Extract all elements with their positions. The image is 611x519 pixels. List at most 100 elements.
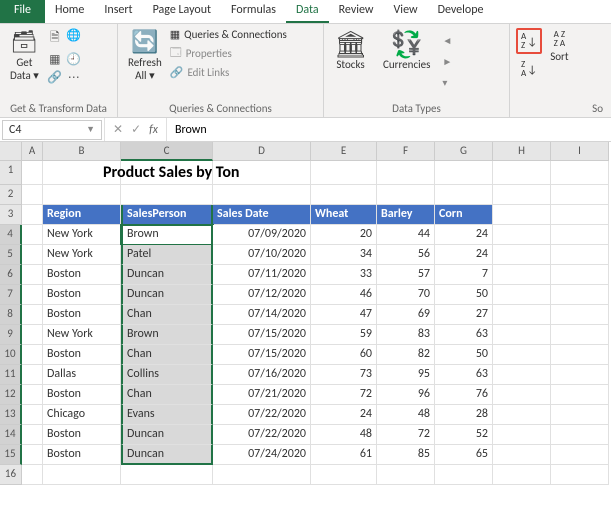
cell[interactable]: Boston [43, 285, 121, 305]
cell[interactable]: 47 [311, 305, 377, 325]
row-header[interactable]: 5 [0, 245, 22, 265]
formula-input[interactable] [167, 121, 611, 139]
row-header[interactable]: 8 [0, 305, 22, 325]
cell[interactable] [435, 185, 493, 205]
cell[interactable]: New York [43, 325, 121, 345]
cell[interactable]: Duncan [121, 285, 213, 305]
cell[interactable] [22, 325, 43, 345]
cell[interactable]: Boston [43, 305, 121, 325]
refresh-all-button[interactable]: 🔄 Refresh All ▾ [124, 28, 166, 100]
cell[interactable] [551, 465, 609, 485]
cell[interactable]: 50 [435, 285, 493, 305]
cell[interactable] [22, 385, 43, 405]
col-header[interactable]: H [493, 142, 551, 161]
cell[interactable] [493, 305, 551, 325]
cell[interactable] [551, 325, 609, 345]
cell[interactable] [22, 465, 43, 485]
cell[interactable]: Sales Date [213, 205, 311, 225]
cell[interactable]: Boston [43, 445, 121, 465]
from-web-icon[interactable]: 🌐 [66, 28, 82, 49]
cell[interactable]: New York [43, 245, 121, 265]
cell[interactable] [493, 161, 551, 185]
row-header[interactable]: 10 [0, 345, 22, 365]
cell[interactable]: 07/22/2020 [213, 425, 311, 445]
cell[interactable]: Boston [43, 385, 121, 405]
cell[interactable]: 72 [377, 425, 435, 445]
cell[interactable]: 76 [435, 385, 493, 405]
cell[interactable] [551, 205, 609, 225]
currencies-button[interactable]: 💱 Currencies [379, 28, 434, 73]
cell[interactable]: 24 [435, 245, 493, 265]
tab-developer[interactable]: Develope [428, 0, 494, 23]
cell[interactable]: 7 [435, 265, 493, 285]
sort-za-button[interactable]: ZA↓ [517, 57, 541, 81]
cell[interactable] [493, 385, 551, 405]
tab-insert[interactable]: Insert [94, 0, 142, 23]
stocks-button[interactable]: 🏛 Stocks [330, 28, 371, 73]
cell[interactable] [22, 185, 43, 205]
row-header[interactable]: 9 [0, 325, 22, 345]
cell[interactable] [551, 385, 609, 405]
cell[interactable]: 46 [311, 285, 377, 305]
cell[interactable]: 48 [377, 405, 435, 425]
cell[interactable] [311, 161, 377, 185]
cell[interactable]: Boston [43, 345, 121, 365]
cell[interactable] [121, 465, 213, 485]
cell[interactable]: 07/15/2020 [213, 325, 311, 345]
cell[interactable]: 07/09/2020 [213, 225, 311, 245]
cell[interactable] [493, 465, 551, 485]
cell[interactable]: Chicago [43, 405, 121, 425]
cell[interactable] [493, 185, 551, 205]
row-header[interactable]: 13 [0, 405, 22, 425]
cell[interactable]: 69 [377, 305, 435, 325]
cell[interactable] [22, 345, 43, 365]
cell[interactable]: 52 [435, 425, 493, 445]
cell[interactable] [22, 305, 43, 325]
from-text-icon[interactable]: 🗎 [47, 28, 63, 49]
cell[interactable]: 44 [377, 225, 435, 245]
cell[interactable]: 73 [311, 365, 377, 385]
tab-file[interactable]: File [0, 0, 45, 23]
cell[interactable] [22, 245, 43, 265]
col-header[interactable]: E [311, 142, 377, 161]
cell[interactable]: Corn [435, 205, 493, 225]
cell[interactable]: 28 [435, 405, 493, 425]
cell[interactable]: New York [43, 225, 121, 245]
cell[interactable]: 07/12/2020 [213, 285, 311, 305]
cell[interactable]: 61 [311, 445, 377, 465]
cell[interactable]: 07/14/2020 [213, 305, 311, 325]
cell[interactable]: 82 [377, 345, 435, 365]
cell[interactable]: Evans [121, 405, 213, 425]
cell[interactable] [22, 405, 43, 425]
row-header[interactable]: 3 [0, 205, 22, 225]
cell[interactable]: 27 [435, 305, 493, 325]
cell[interactable]: Chan [121, 305, 213, 325]
cell[interactable]: Collins [121, 365, 213, 385]
cell[interactable] [22, 265, 43, 285]
cell[interactable]: 50 [435, 345, 493, 365]
cell[interactable] [213, 185, 311, 205]
cell[interactable] [551, 225, 609, 245]
cell[interactable] [493, 365, 551, 385]
from-table-icon[interactable]: ▦ [47, 52, 63, 67]
cell[interactable] [377, 185, 435, 205]
cell[interactable]: 65 [435, 445, 493, 465]
cell[interactable] [377, 161, 435, 185]
row-header[interactable]: 12 [0, 385, 22, 405]
cell[interactable]: 59 [311, 325, 377, 345]
cell[interactable] [493, 445, 551, 465]
cell[interactable]: 60 [311, 345, 377, 365]
cell[interactable]: 24 [311, 405, 377, 425]
cell[interactable] [435, 161, 493, 185]
cell[interactable] [22, 445, 43, 465]
cell[interactable]: 07/21/2020 [213, 385, 311, 405]
cell[interactable] [493, 265, 551, 285]
cell[interactable]: Duncan [121, 265, 213, 285]
more-icon[interactable]: ⋯ [66, 70, 82, 85]
cell[interactable] [493, 205, 551, 225]
row-header[interactable]: 11 [0, 365, 22, 385]
row-header[interactable]: 14 [0, 425, 22, 445]
tab-home[interactable]: Home [45, 0, 94, 23]
tab-view[interactable]: View [384, 0, 428, 23]
tab-review[interactable]: Review [329, 0, 384, 23]
